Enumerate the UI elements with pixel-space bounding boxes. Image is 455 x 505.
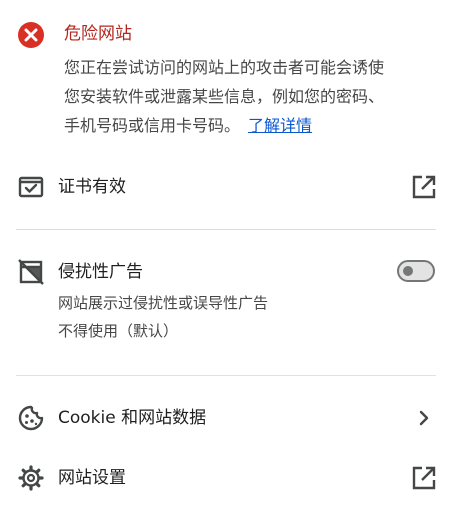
divider: [16, 229, 436, 230]
cookie-icon: [17, 404, 45, 432]
ads-blocked-icon: [17, 258, 45, 286]
open-in-new-icon[interactable]: [410, 464, 438, 492]
page-info-panel: 危险网站 您正在尝试访问的网站上的攻击者可能会诱使 您安装软件或泄露某些信息，例…: [0, 0, 455, 505]
danger-description-line: 您正在尝试访问的网站上的攻击者可能会诱使: [64, 58, 385, 77]
danger-description: 您正在尝试访问的网站上的攻击者可能会诱使 您安装软件或泄露某些信息，例如您的密码…: [64, 53, 436, 140]
danger-title: 危险网站: [64, 24, 132, 44]
divider: [16, 375, 436, 376]
open-in-new-icon[interactable]: [410, 173, 438, 201]
danger-description-text: 手机号码或信用卡号码。: [64, 116, 241, 135]
danger-description-line: 您安装软件或泄露某些信息，例如您的密码、: [64, 87, 385, 106]
intrusive-ads-description-line: 网站展示过侵扰性或误导性广告: [58, 294, 269, 312]
toggle-knob: [403, 266, 413, 276]
site-settings-label[interactable]: 网站设置: [58, 466, 126, 490]
error-circle-icon: [17, 21, 45, 49]
intrusive-ads-status: 不得使用（默认）: [58, 322, 179, 340]
intrusive-ads-label: 侵扰性广告: [58, 262, 143, 282]
chevron-right-icon[interactable]: [410, 404, 438, 432]
intrusive-ads-description: 网站展示过侵扰性或误导性广告 不得使用（默认）: [58, 289, 268, 345]
cookies-label[interactable]: Cookie 和网站数据: [58, 406, 206, 430]
gear-icon: [17, 464, 45, 492]
learn-more-link[interactable]: 了解详情: [248, 116, 312, 135]
danger-description-line: 手机号码或信用卡号码。 了解详情: [64, 111, 436, 140]
certificate-label[interactable]: 证书有效: [58, 175, 126, 199]
certificate-icon: [17, 173, 45, 201]
intrusive-ads-toggle[interactable]: [397, 260, 435, 282]
